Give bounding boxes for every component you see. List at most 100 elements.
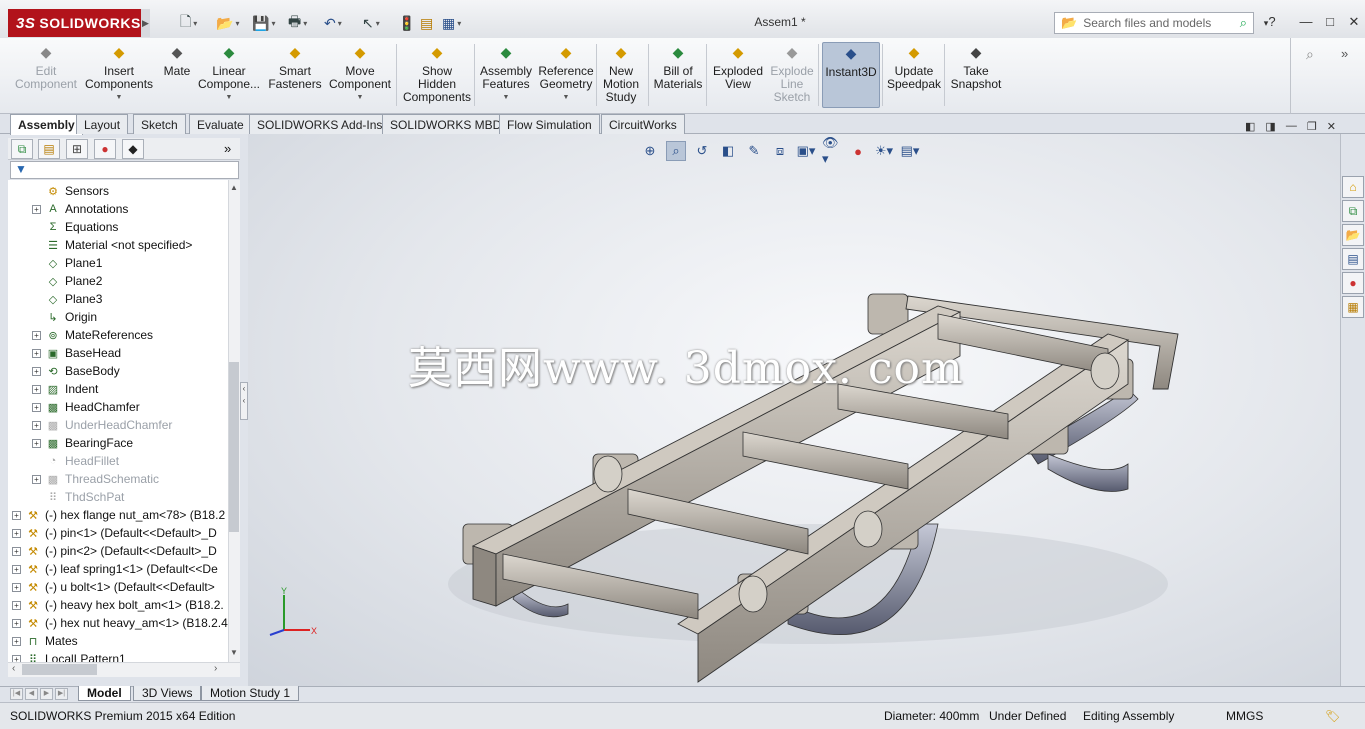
edit-appearance-icon[interactable]: ● xyxy=(848,141,868,161)
cmd-exploded-view-button[interactable]: ◆ Exploded View xyxy=(712,42,764,108)
search-commands-icon[interactable]: ⌕ xyxy=(1306,46,1314,63)
close-button[interactable]: ✕ xyxy=(1344,14,1364,32)
tab-model[interactable]: Model xyxy=(78,686,131,701)
open-folder-icon[interactable]: 📂 ▾ xyxy=(216,13,239,33)
expand-icon[interactable]: + xyxy=(12,600,21,610)
collapse-grip-icon[interactable]: ‹ ‹ xyxy=(240,382,248,420)
tree-item[interactable]: + ▩ ThreadSchematic xyxy=(32,470,159,488)
appearance-tab-icon[interactable]: ● xyxy=(94,139,116,159)
view-orientation-icon[interactable]: ⧈ xyxy=(770,141,790,161)
help-button[interactable]: ? xyxy=(1262,14,1282,32)
expand-icon[interactable]: + xyxy=(12,618,21,628)
expand-icon[interactable]: + xyxy=(32,366,41,376)
dropdown-arrow-icon[interactable]: ▼ xyxy=(357,91,364,104)
new-document-icon[interactable]: 🗋 ▾ xyxy=(180,13,197,33)
expand-icon[interactable]: + xyxy=(12,528,21,538)
tree-item[interactable]: + ⚒ (-) u bolt<1> (Default<<Default> xyxy=(12,578,215,596)
cmd-assembly-features-button[interactable]: ◆ Assembly Features ▼ xyxy=(480,42,532,108)
print-icon[interactable]: 🖶 ▾ xyxy=(288,13,307,33)
tree-item[interactable]: + ▩ HeadChamfer xyxy=(32,398,140,416)
tree-item[interactable]: + ⚒ (-) heavy hex bolt_am<1> (B18.2. xyxy=(12,596,224,614)
scroll-left-icon[interactable]: ‹ xyxy=(12,663,15,674)
save-icon[interactable]: 💾 ▾ xyxy=(252,13,275,33)
tree-item[interactable]: +◇Plane2 xyxy=(32,272,103,290)
tab-solidworks-add-ins[interactable]: SOLIDWORKS Add-Ins xyxy=(249,114,391,134)
file-properties-icon[interactable]: ▤ xyxy=(420,13,433,33)
tree-item[interactable]: +ΣEquations xyxy=(32,218,119,236)
cmd-show-hidden-button[interactable]: ◆ Show Hidden Components xyxy=(402,42,472,108)
tree-item[interactable]: + ⚒ (-) pin<1> (Default<<Default>_D xyxy=(12,524,217,542)
search-box[interactable]: 📂 Search files and models ⌕ xyxy=(1054,12,1254,34)
dropdown-arrow-icon[interactable]: ▼ xyxy=(503,91,510,104)
first-tab-nav-icon[interactable]: |◀ xyxy=(10,688,23,700)
zoom-to-area-icon[interactable]: ⌕ xyxy=(666,141,686,161)
hide-show-items-icon[interactable]: 👁▾ xyxy=(822,135,842,166)
dropdown-arrow-icon[interactable]: ▼ xyxy=(116,91,123,104)
tree-item[interactable]: + ⊓ Mates xyxy=(12,632,78,650)
dropdown-arrow-icon[interactable]: ▼ xyxy=(226,91,233,104)
cmd-bill-of-materials-button[interactable]: ◆ Bill of Materials xyxy=(652,42,704,108)
propertymanager-tab-icon[interactable]: ▤ xyxy=(38,139,60,159)
expand-icon[interactable]: + xyxy=(12,636,21,646)
select-arrow-icon[interactable]: ↖ ▾ xyxy=(362,13,380,33)
tree-item[interactable]: + ▨ Indent xyxy=(32,380,98,398)
expand-icon[interactable]: + xyxy=(12,510,21,520)
view-palette-icon[interactable]: ▤ xyxy=(1342,248,1364,270)
search-icon[interactable]: ⌕ xyxy=(1240,15,1247,31)
chassis-model[interactable] xyxy=(248,134,1340,686)
undo-icon[interactable]: ↶ ▾ xyxy=(324,13,342,33)
tree-item[interactable]: +◇Plane1 xyxy=(32,254,103,272)
minimize-button[interactable]: — xyxy=(1296,14,1316,32)
tree-item[interactable]: +◔HeadFillet xyxy=(32,452,119,470)
apply-scene-icon[interactable]: ☀▾ xyxy=(874,141,894,161)
tree-item[interactable]: + ⚒ (-) hex nut heavy_am<1> (B18.2.4 xyxy=(12,614,228,632)
maximize-button[interactable]: □ xyxy=(1320,14,1340,32)
last-tab-nav-icon[interactable]: ▶| xyxy=(55,688,68,700)
view-settings-icon[interactable]: ▤▾ xyxy=(900,141,920,161)
dynamic-annotation-icon[interactable]: ✎ xyxy=(744,141,764,161)
tree-item[interactable]: + ⠿ LocalLPattern1 xyxy=(12,650,126,662)
cmd-instant3d-button[interactable]: ◆ Instant3D xyxy=(822,42,880,108)
tile-left-icon[interactable]: ◧ xyxy=(1245,120,1255,133)
next-tab-nav-icon[interactable]: ▶ xyxy=(40,688,53,700)
solidworks-logo[interactable]: 3S SOLIDWORKS xyxy=(8,9,148,37)
expand-icon[interactable]: + xyxy=(32,474,41,484)
expand-icon[interactable]: + xyxy=(12,654,21,662)
tab-motion-study[interactable]: Motion Study 1 xyxy=(201,686,300,701)
options-icon[interactable]: ▦ ▾ xyxy=(442,13,461,33)
tree-item[interactable]: +⚙Sensors xyxy=(32,182,109,200)
tree-item[interactable]: +↳Origin xyxy=(32,308,97,326)
tree-item[interactable]: + ⟲ BaseBody xyxy=(32,362,120,380)
cmd-linear-pattern-button[interactable]: ◆ Linear Compone... ▼ xyxy=(198,42,260,108)
tab-flow-simulation[interactable]: Flow Simulation xyxy=(499,114,600,134)
cmd-insert-components-button[interactable]: ◆ Insert Components ▼ xyxy=(85,42,153,108)
tree-item[interactable]: + A Annotations xyxy=(32,200,128,218)
scroll-down-icon[interactable]: ▼ xyxy=(230,648,238,657)
menu-expand-icon[interactable]: ▶ xyxy=(141,9,150,37)
resources-icon[interactable]: ⌂ xyxy=(1342,176,1364,198)
tree-item[interactable]: +⠿ThdSchPat xyxy=(32,488,124,506)
expand-icon[interactable]: + xyxy=(32,348,41,358)
expand-chevron-icon[interactable]: » xyxy=(1341,46,1348,61)
tab-3d-views[interactable]: 3D Views xyxy=(133,686,202,701)
display-style-icon[interactable]: ▣▾ xyxy=(796,141,816,161)
expand-icon[interactable]: + xyxy=(32,420,41,430)
custom-properties-icon[interactable]: ▦ xyxy=(1342,296,1364,318)
zoom-to-fit-icon[interactable]: ⊕ xyxy=(640,141,660,161)
previous-view-icon[interactable]: ↺ xyxy=(692,141,712,161)
expand-icon[interactable]: + xyxy=(32,330,41,340)
design-library-icon[interactable]: ⧉ xyxy=(1342,200,1364,222)
configurationmanager-tab-icon[interactable]: ⊞ xyxy=(66,139,88,159)
tree-item[interactable]: + ⚒ (-) leaf spring1<1> (Default<<De xyxy=(12,560,218,578)
spring-eye-4[interactable] xyxy=(738,575,768,613)
cmd-snapshot-button[interactable]: ◆ Take Snapshot xyxy=(950,42,1002,108)
expand-icon[interactable]: + xyxy=(32,402,41,412)
scroll-right-icon[interactable]: › xyxy=(214,663,217,674)
graphics-area[interactable] xyxy=(248,134,1340,686)
dropdown-arrow-icon[interactable]: ▼ xyxy=(563,91,570,104)
expand-icon[interactable]: + xyxy=(32,204,41,214)
rebuild-icon[interactable]: 🚦 xyxy=(398,13,415,33)
tree-item[interactable]: + ⚒ (-) pin<2> (Default<<Default>_D xyxy=(12,542,217,560)
tree-item[interactable]: + ▩ BearingFace xyxy=(32,434,133,452)
cmd-speedpak-button[interactable]: ◆ Update Speedpak xyxy=(886,42,942,108)
